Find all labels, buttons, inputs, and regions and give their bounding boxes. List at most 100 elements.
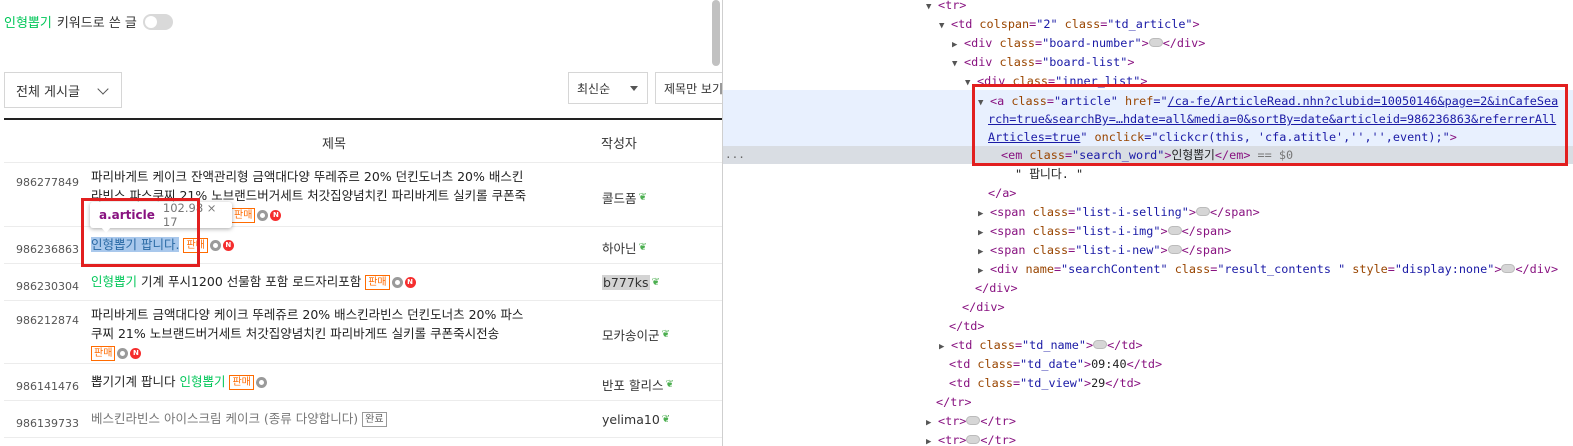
devtools-highlight-box xyxy=(972,84,1568,166)
article-title[interactable]: 인형뽑기 기계 푸시1200 선물함 포함 로드자리포함 판매 N xyxy=(91,272,416,291)
ellipsis-icon xyxy=(1167,226,1182,235)
triangle-down-icon: ▼ xyxy=(926,2,932,12)
dom-node[interactable]: ▶ <span class="list-i-selling"> </span> xyxy=(978,203,1260,221)
new-icon: N xyxy=(222,240,234,251)
title-line: 파리바게트 금액대다양 케이크 뚜레쥬르 20% 배스킨라빈스 던킨도너츠 20… xyxy=(91,307,524,322)
search-word: 인형뽑기 xyxy=(179,374,226,389)
article-number: 986141476 xyxy=(16,380,79,393)
writer-name[interactable]: 모카송이군 ❦ xyxy=(602,325,670,344)
ellipsis-icon xyxy=(1196,207,1210,216)
board-select-value: 전체 게시글 xyxy=(16,84,80,100)
image-icon xyxy=(257,210,269,221)
sort-select[interactable]: 최신순 xyxy=(568,72,648,104)
writer-name[interactable]: yelima10 ❦ xyxy=(602,412,670,427)
article-title[interactable]: 파리바게트 금액대다양 케이크 뚜레쥬르 20% 배스킨라빈스 던킨도너츠 20… xyxy=(91,305,523,362)
writer-name[interactable]: b777ks ❦ xyxy=(602,275,660,290)
dom-node[interactable]: ▶ <tr> </tr> xyxy=(926,412,1016,430)
image-icon xyxy=(255,377,267,388)
header-title: 제목 xyxy=(322,137,346,152)
caret-down-icon xyxy=(630,86,638,91)
triangle-right-icon: ▶ xyxy=(978,247,984,257)
image-icon xyxy=(209,240,221,251)
header-writer: 작성자 xyxy=(601,137,637,152)
dom-node[interactable]: ▶ <tr> </tr> xyxy=(926,431,1016,446)
board-select[interactable]: 전체 게시글 xyxy=(4,72,122,108)
dom-node[interactable]: ▼ <div class="board-list"> xyxy=(952,53,1134,71)
image-icon xyxy=(391,277,403,288)
ellipsis-icon xyxy=(1148,38,1163,47)
text-node[interactable]: " 팝니다. " xyxy=(1015,165,1083,183)
dom-node[interactable]: ▶ <span class="list-i-new"> </span> xyxy=(978,241,1231,259)
row-divider xyxy=(4,300,722,301)
row-divider xyxy=(4,162,722,163)
chevron-down-icon xyxy=(97,83,109,95)
triangle-right-icon: ▶ xyxy=(978,228,984,238)
sprout-icon: ❦ xyxy=(638,242,647,253)
title-line: 파리바게트 케이크 잔액관리형 금액대다양 뚜레쥬르 20% 던킨도너츠 20%… xyxy=(91,169,524,184)
search-word: 인형뽑기 xyxy=(91,274,138,289)
writer-name[interactable]: 콜드폼 ❦ xyxy=(602,188,647,207)
writer-name[interactable]: 반포 할리스 ❦ xyxy=(602,375,674,394)
dom-node[interactable]: ▶ <span class="list-i-img"> </span> xyxy=(978,222,1231,240)
title-line: 쿠찌 21% 노브랜드버거세트 처갓집양념치킨 파리바게뜨 실키롤 쿠폰죽시전송 xyxy=(91,326,500,341)
dom-node[interactable]: </a> xyxy=(988,184,1016,202)
sprout-icon: ❦ xyxy=(661,329,670,340)
cafe-board-page: 인형뽑기 키워드로 쓴 글 전체 게시글 최신순 제목만 보기 제목 작성자 9… xyxy=(0,0,722,446)
article-number: 986230304 xyxy=(16,280,79,293)
ellipsis-icon xyxy=(1167,245,1182,254)
row-divider xyxy=(4,363,722,364)
dom-node[interactable]: ▼ <td colspan="2" class="td_article"> xyxy=(939,15,1200,33)
devtools-elements-panel: ... ▼ <tr> ▼ <td colspan="2" class="td_art… xyxy=(723,0,1573,446)
triangle-down-icon: ▼ xyxy=(939,21,945,31)
new-icon: N xyxy=(270,210,282,221)
dom-node[interactable]: ▶ <td class="td_name"> </td> xyxy=(939,336,1143,354)
triangle-right-icon: ▶ xyxy=(926,418,932,428)
selling-badge: 판매 xyxy=(365,275,390,290)
article-title[interactable]: 베스킨라빈스 아이스크림 케이크 (종류 다양합니다) 완료 xyxy=(91,409,387,428)
row-divider xyxy=(4,437,722,438)
dom-node[interactable]: ▶ <div class="board-number"> </div> xyxy=(952,34,1205,52)
sprout-icon: ❦ xyxy=(665,379,674,390)
new-icon: N xyxy=(130,348,142,359)
selling-badge: 판매 xyxy=(231,208,256,223)
view-select-value: 제목만 보기 xyxy=(664,81,722,96)
ellipsis-icon xyxy=(966,416,981,425)
sprout-icon: ❦ xyxy=(651,277,660,288)
dom-node[interactable]: <td class="td_date">09:40</td> xyxy=(949,355,1162,373)
toggle-knob xyxy=(144,15,157,28)
triangle-right-icon: ▶ xyxy=(926,437,932,446)
image-icon xyxy=(117,348,129,359)
triangle-right-icon: ▶ xyxy=(939,342,945,352)
scrollbar-thumb[interactable] xyxy=(712,0,720,66)
view-select[interactable]: 제목만 보기 xyxy=(655,72,722,104)
new-icon: N xyxy=(404,277,416,288)
article-title[interactable]: 뽑기기계 팝니다 인형뽑기 판매 xyxy=(91,372,267,391)
triangle-right-icon: ▶ xyxy=(952,40,958,50)
article-number: 986277849 xyxy=(16,176,79,189)
selling-badge: 판매 xyxy=(91,346,116,361)
writer-name[interactable]: 하아닌 ❦ xyxy=(602,238,647,257)
ellipsis-icon xyxy=(1093,340,1108,349)
keyword-text: 인형뽑기 xyxy=(4,16,52,31)
keyword-suffix: 키워드로 쓴 글 xyxy=(56,16,137,31)
keyword-filter: 인형뽑기 키워드로 쓴 글 xyxy=(4,12,173,31)
keyword-toggle[interactable] xyxy=(142,13,173,30)
article-number: 986212874 xyxy=(16,314,79,327)
article-number: 986236863 xyxy=(16,243,79,256)
dom-node[interactable]: </tr> xyxy=(936,393,972,411)
dom-node[interactable]: ▶ <div name="searchContent" class="result… xyxy=(978,260,1558,278)
sprout-icon: ❦ xyxy=(661,414,671,425)
triangle-right-icon: ▶ xyxy=(978,266,984,276)
dom-node[interactable]: </td> xyxy=(949,317,985,335)
more-dots-icon[interactable]: ... xyxy=(725,146,745,164)
highlight-box xyxy=(81,198,200,267)
triangle-down-icon: ▼ xyxy=(952,59,958,69)
dom-node[interactable]: ▼ <tr> xyxy=(926,0,966,14)
sort-select-value: 최신순 xyxy=(577,81,611,96)
article-number: 986139733 xyxy=(16,417,79,430)
dom-node[interactable]: </div> xyxy=(975,279,1018,297)
ellipsis-icon xyxy=(1501,264,1516,273)
dom-node[interactable]: </div> xyxy=(962,298,1005,316)
sprout-icon: ❦ xyxy=(638,192,647,203)
dom-node[interactable]: <td class="td_view">29</td> xyxy=(949,374,1141,392)
